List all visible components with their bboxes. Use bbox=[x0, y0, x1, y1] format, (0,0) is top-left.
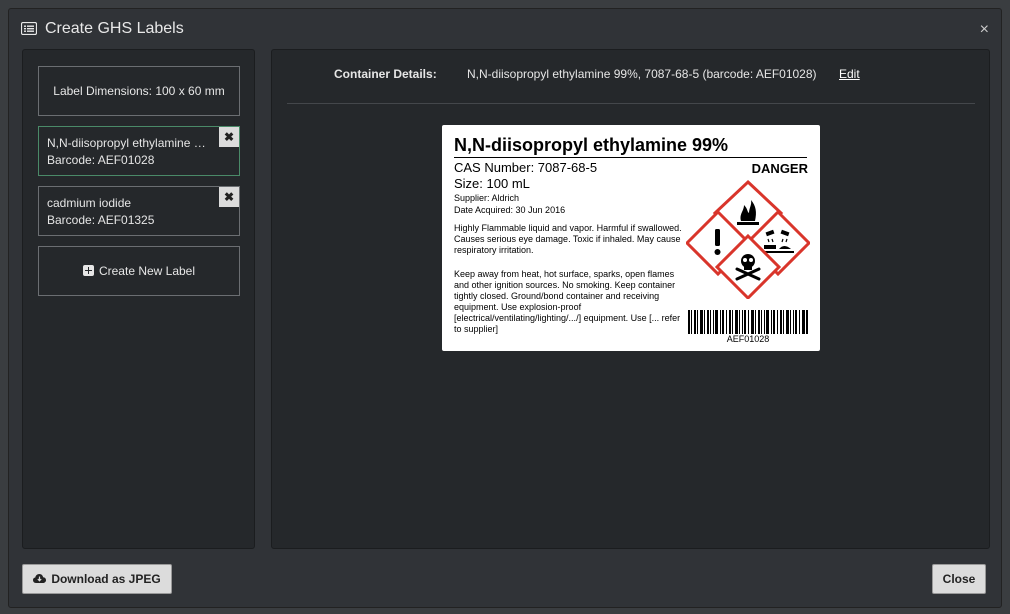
ghs-pictograms bbox=[686, 179, 810, 299]
dialog-header: Create GHS Labels × bbox=[9, 9, 1001, 49]
label-signal-word: DANGER bbox=[751, 161, 808, 176]
label-preview-panel: Container Details: N,N-diisopropyl ethyl… bbox=[271, 49, 990, 549]
ghs-label-preview: N,N-diisopropyl ethylamine 99% CAS Numbe… bbox=[442, 125, 820, 351]
cloud-download-icon bbox=[33, 574, 47, 583]
barcode-number: AEF01028 bbox=[726, 334, 770, 344]
barcode-graphic bbox=[688, 310, 808, 334]
label-supplier: Supplier: Aldrich bbox=[454, 193, 520, 203]
label-item-barcode: Barcode: AEF01028 bbox=[47, 153, 155, 167]
label-cas-number: CAS Number: 7087-68-5 bbox=[454, 160, 598, 175]
label-precautionary-statements: Keep away from heat, hot surface, sparks… bbox=[454, 269, 681, 334]
remove-label-icon[interactable]: ✖ bbox=[219, 187, 239, 207]
close-button[interactable]: Close bbox=[932, 564, 986, 594]
list-icon bbox=[21, 22, 37, 35]
download-jpeg-button[interactable]: Download as JPEG bbox=[22, 564, 172, 594]
label-item-name: N,N-diisopropyl ethylamine 99% bbox=[47, 136, 212, 150]
create-ghs-labels-dialog: Create GHS Labels × Label Dimensions: 10… bbox=[8, 8, 1002, 608]
divider bbox=[287, 103, 975, 104]
label-item-barcode: Barcode: AEF01325 bbox=[47, 213, 155, 227]
label-list-panel: Label Dimensions: 100 x 60 mm N,N-diisop… bbox=[22, 49, 255, 549]
edit-link[interactable]: Edit bbox=[839, 67, 860, 81]
label-item[interactable]: N,N-diisopropyl ethylamine 99% Barcode: … bbox=[38, 126, 240, 176]
label-item[interactable]: cadmium iodide Barcode: AEF01325 ✖ bbox=[38, 186, 240, 236]
label-date-acquired: Date Acquired: 30 Jun 2016 bbox=[454, 205, 566, 215]
close-icon[interactable]: × bbox=[980, 21, 989, 39]
create-new-label-text: Create New Label bbox=[98, 264, 196, 278]
remove-label-icon[interactable]: ✖ bbox=[219, 127, 239, 147]
label-item-name: cadmium iodide bbox=[47, 196, 132, 210]
download-jpeg-label: Download as JPEG bbox=[51, 572, 161, 586]
container-details-label: Container Details: bbox=[334, 67, 437, 81]
dialog-title: Create GHS Labels bbox=[45, 20, 184, 37]
label-size: Size: 100 mL bbox=[454, 176, 530, 191]
plus-square-icon bbox=[82, 265, 94, 276]
container-details-value: N,N-diisopropyl ethylamine 99%, 7087-68-… bbox=[467, 67, 817, 81]
create-new-label-button[interactable]: Create New Label bbox=[38, 246, 240, 296]
label-title-rule bbox=[454, 157, 807, 158]
label-title: N,N-diisopropyl ethylamine 99% bbox=[454, 135, 729, 155]
label-hazard-statements: Highly Flammable liquid and vapor. Harmf… bbox=[454, 223, 682, 255]
label-dimensions-button[interactable]: Label Dimensions: 100 x 60 mm bbox=[38, 66, 240, 116]
